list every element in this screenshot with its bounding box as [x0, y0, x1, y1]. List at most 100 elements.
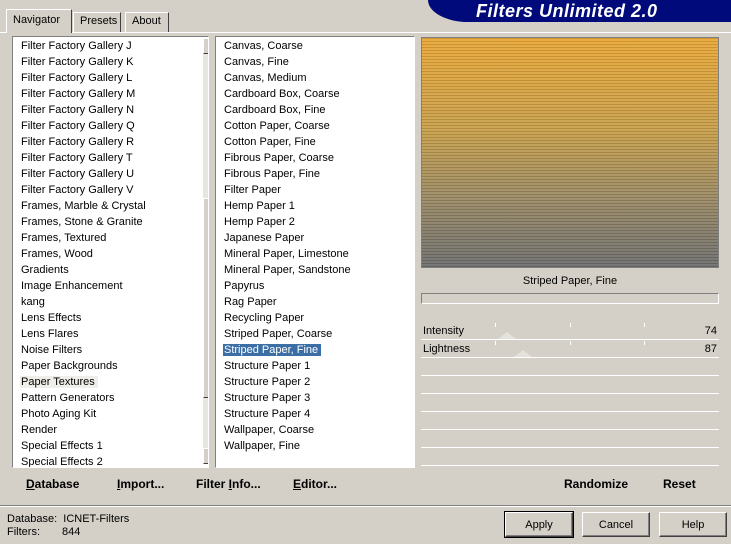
list-item-label: Filter Factory Gallery L	[21, 72, 133, 84]
list-item[interactable]: Mineral Paper, Sandstone	[216, 263, 354, 279]
category-list[interactable]: Filter Factory Gallery J Filter Factory G…	[12, 36, 209, 468]
tab-about[interactable]: About	[125, 12, 169, 32]
list-item[interactable]: Special Effects 2	[13, 455, 149, 467]
list-item[interactable]: Frames, Marble & Crystal	[13, 199, 149, 215]
slider-thumb[interactable]	[514, 350, 532, 357]
reset-button[interactable]: Reset	[663, 477, 696, 491]
list-item[interactable]: Lens Effects	[13, 311, 149, 327]
randomize-button[interactable]: Randomize	[564, 477, 628, 491]
list-item[interactable]: Paper Textures	[13, 375, 149, 391]
list-item[interactable]: Canvas, Coarse	[216, 39, 354, 55]
list-item[interactable]: Wallpaper, Fine	[216, 439, 354, 455]
import-button[interactable]: Import...	[117, 477, 164, 491]
list-item[interactable]: Render	[13, 423, 149, 439]
list-item[interactable]: Filter Factory Gallery N	[13, 103, 149, 119]
list-item[interactable]: Canvas, Medium	[216, 71, 354, 87]
list-item-label: Filter Factory Gallery R	[21, 136, 135, 148]
tab-label: Presets	[80, 15, 118, 27]
apply-button[interactable]: Apply	[504, 511, 574, 538]
list-item[interactable]: Frames, Stone & Granite	[13, 215, 149, 231]
scroll-up-button[interactable]: ▲	[203, 38, 209, 54]
list-item[interactable]: Structure Paper 1	[216, 359, 354, 375]
list-item[interactable]: Noise Filters	[13, 343, 149, 359]
list-item[interactable]: Lens Flares	[13, 327, 149, 343]
list-item-label: Filter Factory Gallery U	[21, 168, 135, 180]
param-row-lightness[interactable]: Lightness 87	[421, 341, 719, 358]
list-item[interactable]: Filter Factory Gallery J	[13, 39, 149, 55]
list-item[interactable]: Photo Aging Kit	[13, 407, 149, 423]
list-item-label: Frames, Marble & Crystal	[21, 200, 146, 212]
list-item[interactable]: Filter Paper	[216, 183, 354, 199]
list-item[interactable]: Hemp Paper 2	[216, 215, 354, 231]
list-item[interactable]: Structure Paper 2	[216, 375, 354, 391]
list-item[interactable]: Fibrous Paper, Coarse	[216, 151, 354, 167]
list-item-label: Mineral Paper, Sandstone	[224, 264, 351, 276]
list-item[interactable]: Recycling Paper	[216, 311, 354, 327]
list-item[interactable]: Japanese Paper	[216, 231, 354, 247]
list-item[interactable]: Filter Factory Gallery U	[13, 167, 149, 183]
param-row-intensity[interactable]: Intensity 74	[421, 323, 719, 340]
list-item[interactable]: Filter Factory Gallery L	[13, 71, 149, 87]
list-item[interactable]: Filter Factory Gallery Q	[13, 119, 149, 135]
list-item[interactable]: Mineral Paper, Limestone	[216, 247, 354, 263]
help-button[interactable]: Help	[659, 512, 727, 537]
param-label: Intensity	[423, 325, 464, 337]
list-item[interactable]: Cotton Paper, Fine	[216, 135, 354, 151]
list-item[interactable]: Canvas, Fine	[216, 55, 354, 71]
list-item-label: Papyrus	[224, 280, 265, 292]
slider-tick	[495, 323, 496, 327]
list-item-label: Fibrous Paper, Fine	[224, 168, 320, 180]
list-item[interactable]: Striped Paper, Coarse	[216, 327, 354, 343]
list-item-label: Filter Factory Gallery K	[21, 56, 134, 68]
list-item-label: Canvas, Coarse	[224, 40, 303, 52]
list-item[interactable]: Filter Factory Gallery T	[13, 151, 149, 167]
list-item[interactable]: Frames, Textured	[13, 231, 149, 247]
list-item[interactable]: Cardboard Box, Fine	[216, 103, 354, 119]
list-item[interactable]: Image Enhancement	[13, 279, 149, 295]
button-label: mport...	[120, 477, 165, 491]
list-item-label: Gradients	[21, 264, 69, 276]
list-item[interactable]: Papyrus	[216, 279, 354, 295]
list-item[interactable]: Paper Backgrounds	[13, 359, 149, 375]
category-scrollbar[interactable]: ▲ ▼	[203, 38, 209, 464]
list-item[interactable]: Cotton Paper, Coarse	[216, 119, 354, 135]
scroll-down-button[interactable]: ▼	[203, 448, 208, 464]
list-item-label: Frames, Stone & Granite	[21, 216, 143, 228]
list-item[interactable]: Pattern Generators	[13, 391, 149, 407]
status-filters: Filters: 844	[7, 526, 80, 538]
list-item[interactable]: Cardboard Box, Coarse	[216, 87, 354, 103]
tab-label: Navigator	[13, 14, 61, 26]
list-item[interactable]: Fibrous Paper, Fine	[216, 167, 354, 183]
list-item[interactable]: Filter Factory Gallery M	[13, 87, 149, 103]
tab-presets[interactable]: Presets	[73, 12, 121, 32]
list-item[interactable]: Structure Paper 4	[216, 407, 354, 423]
list-item[interactable]: kang	[13, 295, 149, 311]
slider-thumb[interactable]	[498, 332, 516, 339]
list-item[interactable]: Filter Factory Gallery V	[13, 183, 149, 199]
list-item[interactable]: Structure Paper 3	[216, 391, 354, 407]
list-item[interactable]: Wallpaper, Coarse	[216, 423, 354, 439]
arrow-up-icon: ▲	[208, 42, 209, 49]
list-item-label: Render	[21, 424, 58, 436]
scroll-thumb[interactable]	[203, 198, 208, 398]
slider-tick	[644, 341, 645, 345]
list-item[interactable]: Rag Paper	[216, 295, 354, 311]
slider-tick	[644, 323, 645, 327]
list-item[interactable]: Frames, Wood	[13, 247, 149, 263]
list-item[interactable]: Striped Paper, Fine	[216, 343, 354, 359]
list-item[interactable]: Filter Factory Gallery R	[13, 135, 149, 151]
list-item[interactable]: Filter Factory Gallery K	[13, 55, 149, 71]
list-item[interactable]: Special Effects 1	[13, 439, 149, 455]
list-item-label: Hemp Paper 1	[224, 200, 295, 212]
tab-navigator[interactable]: Navigator	[6, 9, 72, 33]
param-label: Lightness	[423, 343, 471, 355]
filter-list[interactable]: Canvas, Coarse Canvas, Fine Canvas, Medium…	[215, 36, 415, 468]
list-item[interactable]: Gradients	[13, 263, 149, 279]
filter-info-button[interactable]: Filter Info...	[196, 477, 261, 491]
database-button[interactable]: Database	[26, 477, 79, 491]
cancel-button[interactable]: Cancel	[582, 512, 650, 537]
editor-button[interactable]: Editor...	[293, 477, 337, 491]
list-item-label: Image Enhancement	[21, 280, 123, 292]
list-item[interactable]: Hemp Paper 1	[216, 199, 354, 215]
preview-image	[421, 37, 719, 268]
